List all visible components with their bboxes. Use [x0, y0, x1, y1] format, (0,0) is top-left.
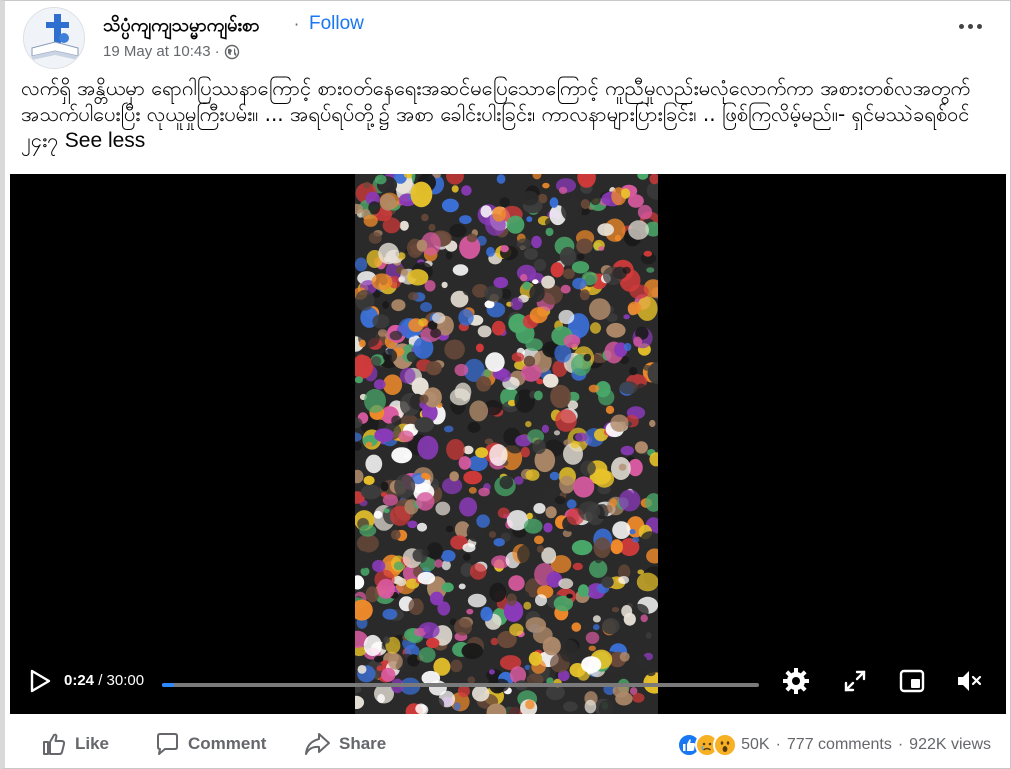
follow-separator: · — [294, 15, 300, 34]
settings-gear-icon[interactable] — [781, 666, 811, 696]
current-time: 0:24 — [64, 672, 95, 689]
follow-button[interactable]: Follow — [309, 13, 364, 35]
video-controls: 0:24 / 30:00 — [10, 654, 1006, 714]
post-header: သိပ္ပံကျကျသမ္မာကျမ်းစာ · Follow 19 May a… — [19, 7, 1009, 71]
share-button[interactable]: Share — [303, 731, 386, 757]
avatar-image — [24, 8, 84, 68]
time-separator: / — [94, 672, 107, 689]
page-name[interactable]: သိပ္ပံကျကျသမ္မာကျမ်းစာ — [103, 13, 260, 40]
stats-separator: · — [775, 736, 781, 753]
comment-button[interactable]: Comment — [154, 731, 266, 757]
more-options-icon[interactable] — [955, 19, 985, 33]
page-avatar[interactable] — [23, 7, 85, 69]
progress-fill — [162, 683, 174, 687]
comments-count[interactable]: 777 comments — [787, 736, 892, 754]
thumbs-up-icon — [43, 733, 66, 755]
post-actions: Like Comment Share 50K · 777 comments · … — [19, 723, 999, 769]
post-card: သိပ္ပံကျကျသမ္မာကျမ်းစာ · Follow 19 May a… — [0, 0, 1011, 769]
like-label: Like — [75, 734, 110, 753]
globe-icon — [224, 44, 239, 59]
share-icon — [305, 733, 330, 755]
post-timestamp[interactable]: 19 May at 10:43 — [103, 43, 211, 60]
comment-label: Comment — [188, 734, 267, 753]
see-less-link[interactable]: See less — [65, 129, 146, 152]
post-caption: လက်ရှိ အန္တိယမှာ ရောဂါပြဿနာကြောင့် စားဝတ… — [21, 75, 1001, 154]
video-player[interactable]: 0:24 / 30:00 — [10, 174, 1006, 714]
stats-separator: · — [897, 736, 904, 753]
wow-reaction-icon — [713, 733, 738, 757]
video-frame-crowd — [355, 174, 658, 714]
play-icon[interactable] — [28, 668, 52, 694]
fullscreen-icon[interactable] — [840, 666, 870, 696]
comment-icon — [157, 733, 178, 755]
like-button[interactable]: Like — [41, 731, 109, 757]
mini-player-icon[interactable] — [897, 666, 927, 696]
post-stats: 50K · 777 comments · 922K views — [677, 733, 991, 757]
duration: 30:00 — [106, 672, 145, 689]
reaction-count[interactable]: 50K — [741, 736, 769, 754]
post-meta: 19 May at 10:43 · — [103, 43, 240, 60]
crowd-scene-image — [355, 174, 658, 714]
meta-separator: · — [214, 43, 220, 60]
share-label: Share — [339, 734, 387, 753]
muted-volume-icon[interactable] — [954, 666, 984, 696]
video-time: 0:24 / 30:00 — [64, 672, 144, 689]
reaction-icons[interactable] — [677, 733, 738, 757]
views-count: 922K views — [909, 736, 991, 753]
progress-bar[interactable] — [162, 683, 759, 687]
caption-text: လက်ရှိ အန္တိယမှာ ရောဂါပြဿနာကြောင့် စားဝတ… — [21, 76, 971, 152]
